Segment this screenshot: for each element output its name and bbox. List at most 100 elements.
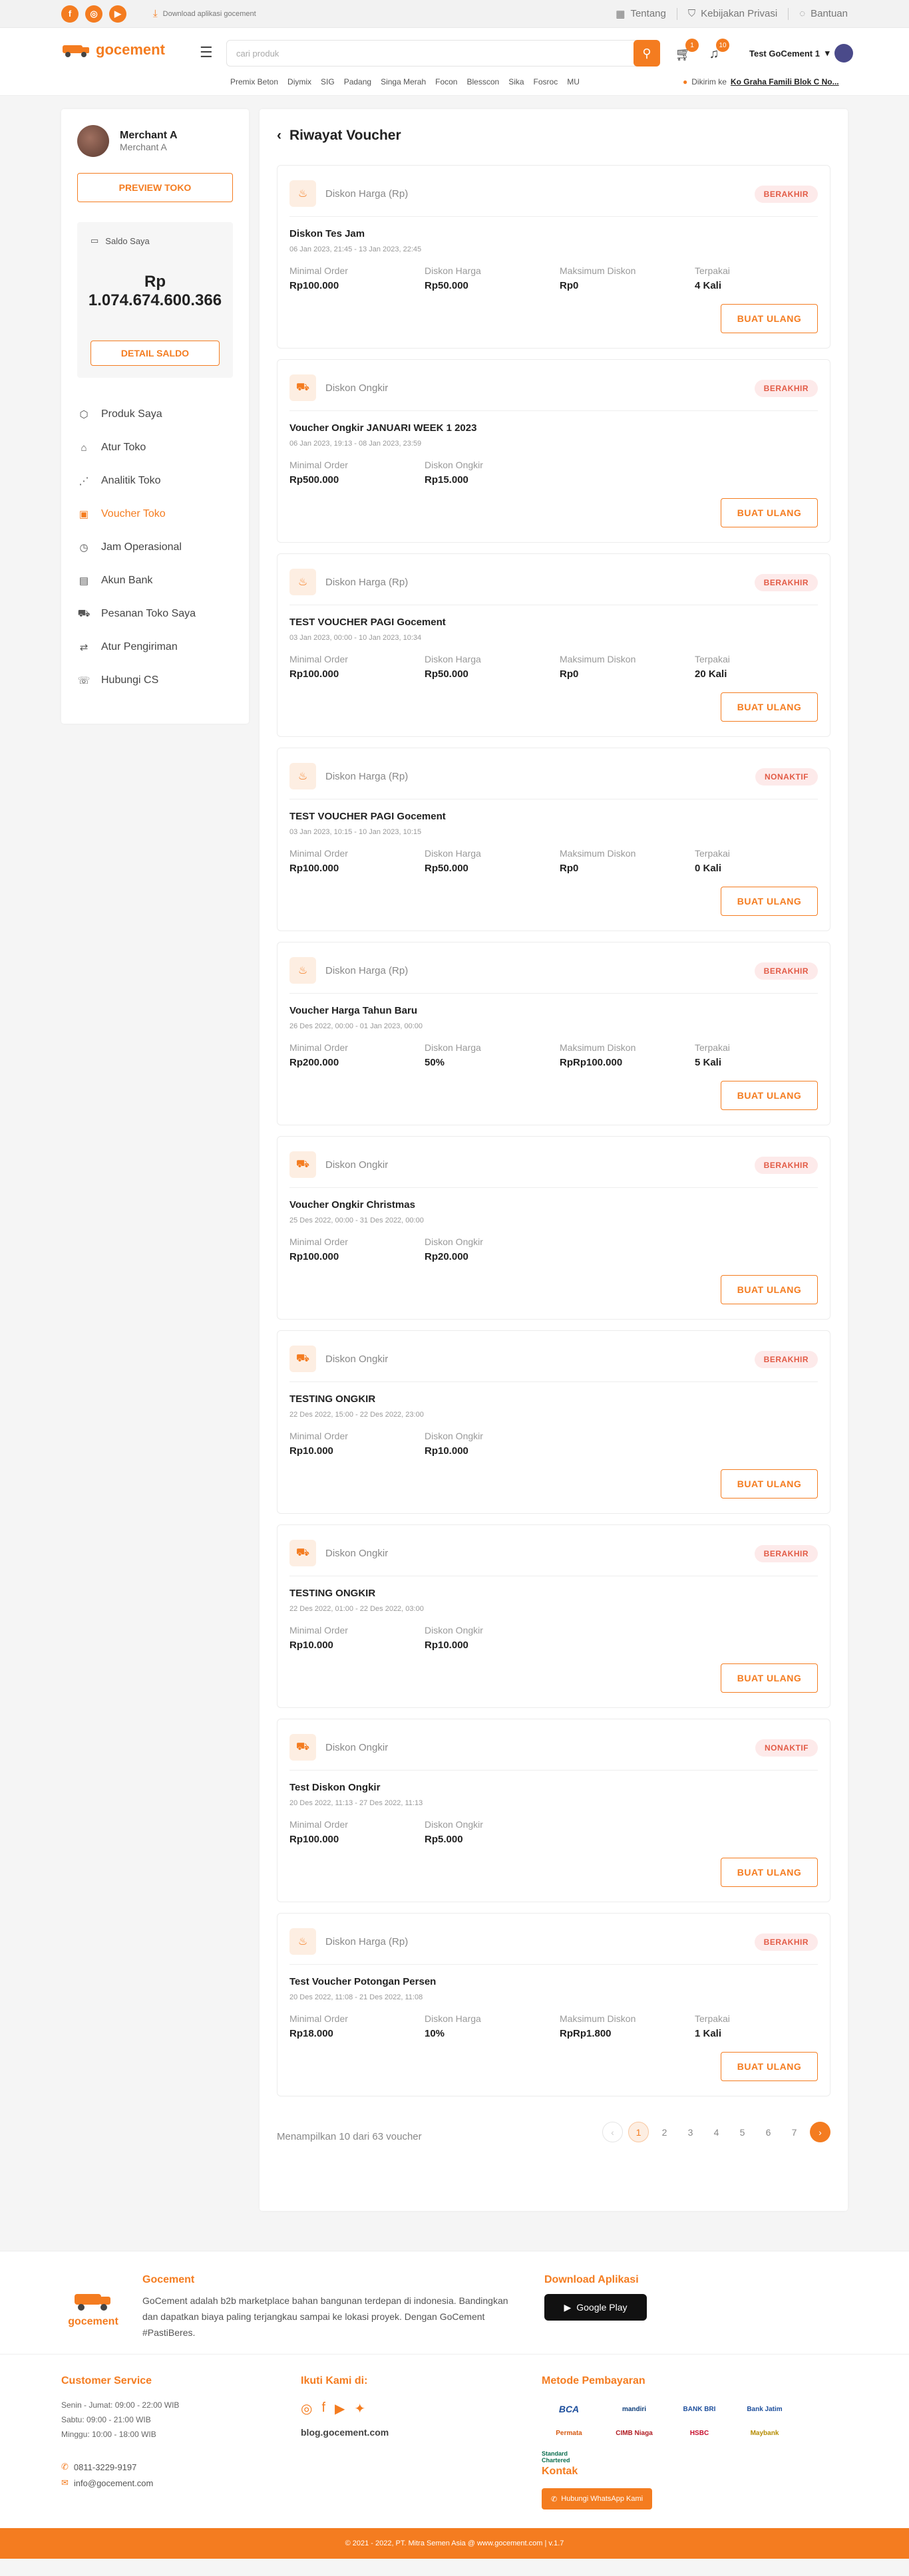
buat-ulang-button[interactable]: BUAT ULANG: [721, 1081, 818, 1110]
divider: [289, 1964, 818, 1965]
sidebar-item-produk-saya[interactable]: ⬡ Produk Saya: [77, 398, 196, 431]
link-tentang[interactable]: ▦ Tentang: [616, 8, 666, 20]
category-link[interactable]: Focon: [435, 77, 457, 86]
voucher-field: Minimal Order Rp100.000: [289, 265, 425, 291]
phone-contact[interactable]: ✆ 0811-3229-9197: [61, 2462, 136, 2472]
voucher-card: ♨ Diskon Harga (Rp) BERAKHIR Diskon Tes …: [277, 165, 830, 349]
category-link[interactable]: Fosroc: [534, 77, 558, 86]
buat-ulang-button[interactable]: BUAT ULANG: [721, 2052, 818, 2081]
buat-ulang-button[interactable]: BUAT ULANG: [721, 887, 818, 916]
prev-page-button[interactable]: ‹: [602, 2122, 623, 2142]
email-contact[interactable]: ✉ info@gocement.com: [61, 2478, 153, 2488]
category-link[interactable]: Blesscon: [466, 77, 499, 86]
link-kebijakan[interactable]: ⛉ Kebijakan Privasi: [688, 8, 777, 19]
blog-link[interactable]: blog.gocement.com: [301, 2427, 389, 2438]
logo[interactable]: gocement: [61, 41, 165, 59]
sidebar-item-atur-toko[interactable]: ⌂ Atur Toko: [77, 431, 196, 464]
sidebar-item-jam-operasional[interactable]: ◷ Jam Operasional: [77, 531, 196, 564]
category-link[interactable]: Premix Beton: [230, 77, 278, 86]
field-label: Minimal Order: [289, 1431, 348, 1441]
detail-saldo-button[interactable]: DETAIL SALDO: [91, 341, 220, 366]
page-button[interactable]: 1: [628, 2122, 649, 2142]
voucher-field: Terpakai 4 Kali: [695, 265, 830, 291]
buat-ulang-button[interactable]: BUAT ULANG: [721, 498, 818, 527]
voucher-field: Maksimum Diskon RpRp100.000: [560, 1042, 695, 1068]
category-link[interactable]: Padang: [344, 77, 371, 86]
instagram-icon[interactable]: ◎: [85, 5, 102, 23]
sidebar-item-pesanan[interactable]: ⛟ Pesanan Toko Saya: [77, 597, 196, 631]
download-app-link[interactable]: ⤓ Download aplikasi gocement: [153, 8, 256, 19]
whatsapp-button[interactable]: ✆ Hubungi WhatsApp Kami: [542, 2488, 653, 2509]
page-button[interactable]: 4: [706, 2122, 727, 2142]
search-button[interactable]: ⚲: [634, 40, 660, 67]
buat-ulang-button[interactable]: BUAT ULANG: [721, 1858, 818, 1887]
voucher-card: ⛟ Diskon Ongkir BERAKHIR TESTING ONGKIR …: [277, 1330, 830, 1514]
category-link[interactable]: SIG: [321, 77, 335, 86]
sidebar-item-voucher-toko[interactable]: ▣ Voucher Toko: [77, 498, 196, 531]
chevron-right-icon: ›: [818, 2126, 822, 2138]
category-link[interactable]: Diymix: [287, 77, 311, 86]
field-value: Rp5.000: [425, 1834, 463, 1845]
instagram-icon[interactable]: ◎: [301, 2400, 312, 2417]
truck-icon: ⛟: [289, 1734, 316, 1761]
page-button[interactable]: 6: [758, 2122, 779, 2142]
search-input[interactable]: cari produk ⚲: [226, 40, 660, 67]
voucher-name: TESTING ONGKIR: [289, 1588, 376, 1599]
social-links: f ◎ ▶ ⤓ Download aplikasi gocement: [61, 5, 256, 23]
facebook-icon[interactable]: f: [61, 5, 79, 23]
truck-icon: ⇄: [79, 642, 89, 653]
cart-button[interactable]: 🛒︎ 1: [673, 39, 699, 64]
field-value: Rp100.000: [289, 668, 339, 680]
help-icon: ◌: [799, 8, 806, 19]
payment-logo: Standard Chartered: [542, 2450, 570, 2464]
sidebar-item-analitik-toko[interactable]: ⋰ Analitik Toko: [77, 464, 196, 498]
voucher-history-panel: ‹ Riwayat Voucher ♨ Diskon Harga (Rp) BE…: [260, 109, 848, 2211]
voucher-type-label: Diskon Ongkir: [325, 1353, 389, 1365]
buat-ulang-button[interactable]: BUAT ULANG: [721, 1469, 818, 1499]
footer-logo: gocement: [68, 2290, 118, 2328]
mail-icon: ✉: [61, 2478, 69, 2488]
category-link[interactable]: MU: [567, 77, 580, 86]
google-play-button[interactable]: ▶ Google Play: [544, 2294, 647, 2321]
page-button[interactable]: 7: [784, 2122, 805, 2142]
page-button[interactable]: 3: [680, 2122, 701, 2142]
phone-icon: ✆: [61, 2462, 69, 2472]
link-label: Tentang: [630, 8, 666, 19]
sidebar-item-label: Hubungi CS: [101, 674, 159, 686]
voucher-name: TEST VOUCHER PAGI Gocement: [289, 617, 446, 628]
page-button[interactable]: 5: [732, 2122, 753, 2142]
sidebar-item-akun-bank[interactable]: ▤ Akun Bank: [77, 564, 196, 597]
box-icon: ⬡: [79, 409, 89, 420]
preview-toko-button[interactable]: PREVIEW TOKO: [77, 173, 233, 202]
category-link[interactable]: Singa Merah: [381, 77, 426, 86]
status-badge: BERAKHIR: [754, 1351, 818, 1368]
voucher-type: ♨ Diskon Harga (Rp): [289, 569, 408, 595]
youtube-icon[interactable]: ▶: [109, 5, 126, 23]
back-arrow-icon[interactable]: ‹: [277, 128, 281, 144]
voucher-type-label: Diskon Ongkir: [325, 382, 389, 394]
facebook-icon[interactable]: f: [321, 2400, 325, 2417]
next-page-button[interactable]: ›: [810, 2122, 830, 2142]
sidebar-item-hubungi-cs[interactable]: ☏ Hubungi CS: [77, 664, 196, 697]
youtube-icon[interactable]: ▶: [335, 2400, 345, 2417]
sidebar-item-atur-pengiriman[interactable]: ⇄ Atur Pengiriman: [77, 631, 196, 664]
voucher-name: Voucher Ongkir JANUARI WEEK 1 2023: [289, 422, 477, 434]
user-menu[interactable]: Test GoCement 1 ▾: [749, 44, 854, 63]
link-bantuan[interactable]: ◌ Bantuan: [799, 8, 848, 19]
buat-ulang-button[interactable]: BUAT ULANG: [721, 1663, 818, 1693]
notification-button[interactable]: ♫ 10: [704, 39, 729, 64]
voucher-period: 22 Des 2022, 15:00 - 22 Des 2022, 23:00: [289, 1411, 424, 1419]
top-links: ▦ Tentang ⛉ Kebijakan Privasi ◌ Bantuan: [616, 7, 848, 20]
menu-icon[interactable]: ☰: [200, 44, 213, 61]
category-link[interactable]: Sika: [508, 77, 524, 86]
chart-icon: ⋰: [79, 476, 89, 487]
delivery-address[interactable]: ● Dikirim ke Ko Graha Famili Blok C No..…: [683, 77, 839, 86]
field-value: Rp100.000: [289, 863, 339, 874]
page-button[interactable]: 2: [654, 2122, 675, 2142]
flame-icon: ♨: [289, 180, 316, 207]
buat-ulang-button[interactable]: BUAT ULANG: [721, 692, 818, 722]
buat-ulang-button[interactable]: BUAT ULANG: [721, 304, 818, 333]
twitter-icon[interactable]: ✦: [354, 2400, 365, 2417]
buat-ulang-button[interactable]: BUAT ULANG: [721, 1275, 818, 1304]
cs-hours-line: Sabtu: 09:00 - 21:00 WIB: [61, 2415, 151, 2424]
